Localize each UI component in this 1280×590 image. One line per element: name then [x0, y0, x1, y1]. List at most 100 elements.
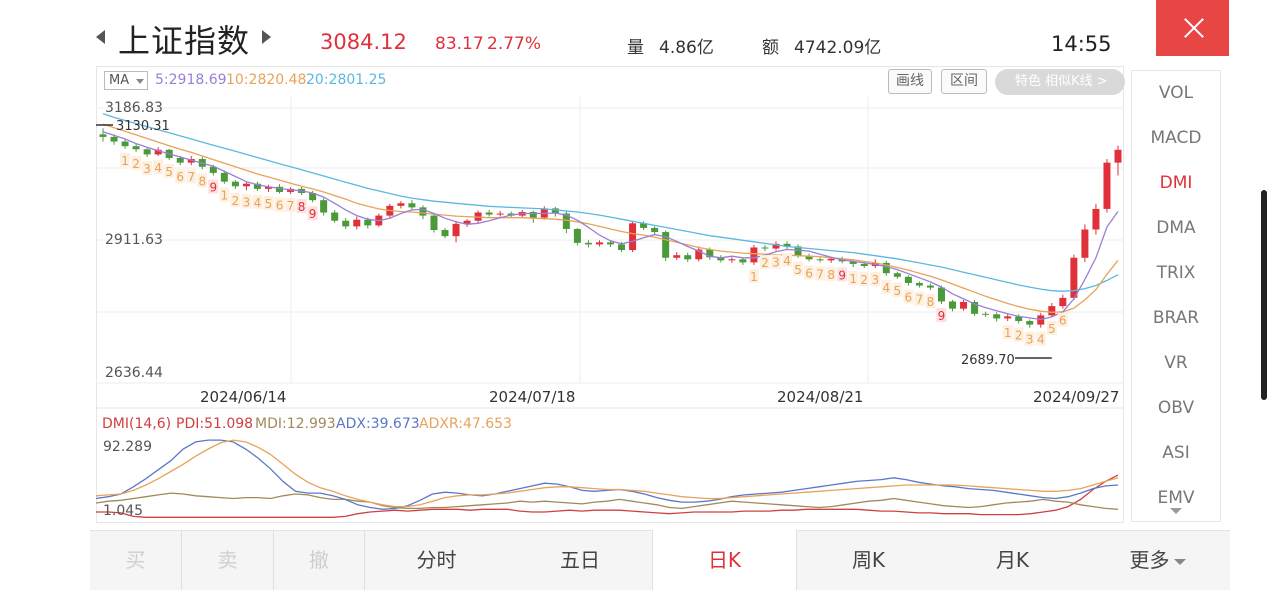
indicator-asi[interactable]: ASI [1132, 443, 1220, 463]
pdi-line [96, 474, 1119, 518]
chevron-down-icon [1173, 558, 1186, 565]
candle-body [1048, 306, 1056, 316]
candle-body [584, 242, 592, 245]
candle-body [937, 287, 945, 302]
buy-button[interactable]: 买 [90, 530, 181, 590]
candle-body [132, 146, 140, 150]
mdi-legend: MDI:12.993 [255, 416, 336, 432]
similar-kline-button[interactable]: 特色 相似K线 > [995, 69, 1125, 95]
ma10-legend: 10:2820.48 [226, 72, 307, 88]
mdi-line [95, 492, 1119, 510]
indicator-obv[interactable]: OBV [1132, 398, 1220, 418]
td-count-label: 8 [927, 295, 935, 309]
candle-body [993, 314, 1001, 319]
sell-button[interactable]: 卖 [182, 530, 273, 590]
candle-body [331, 212, 339, 221]
td-count-label: 8 [298, 200, 306, 214]
td-count-label: 7 [287, 199, 295, 213]
candle-body [408, 203, 416, 208]
ma20-legend: 20:2801.25 [306, 72, 387, 88]
scrollbar[interactable] [1261, 190, 1267, 400]
candle-body [121, 141, 129, 147]
x-tick-4: 2024/09/27 [1033, 388, 1120, 406]
td-count-label: 4 [1037, 333, 1045, 347]
candle-body [99, 134, 107, 137]
candle-body [651, 227, 659, 233]
candle-body [1081, 229, 1089, 258]
tab-daily-k[interactable]: 日K [653, 530, 796, 590]
x-tick-2: 2024/07/18 [489, 388, 576, 406]
td-count-label: 2 [1015, 329, 1023, 343]
candle-body [485, 212, 493, 215]
td-count-label: 6 [805, 266, 813, 280]
candle-body [452, 223, 460, 237]
candle-body [1114, 149, 1122, 163]
candle-body [949, 301, 957, 309]
candle-body [110, 136, 118, 142]
tab-more[interactable]: 更多 [1085, 530, 1230, 590]
candle-body [231, 181, 239, 187]
candle-body [860, 263, 868, 266]
draw-line-button[interactable]: 画线 [888, 69, 932, 94]
candle-body [915, 282, 923, 286]
candle-body [441, 230, 449, 237]
candle-body [1026, 321, 1034, 325]
tab-intraday[interactable]: 分时 [365, 530, 508, 590]
candle-body [893, 273, 901, 277]
td-count-label: 9 [210, 180, 218, 194]
indicator-vr[interactable]: VR [1132, 353, 1220, 373]
td-count-label: 6 [276, 198, 284, 212]
ma10-line [102, 123, 1119, 313]
td-count-label: 3 [1026, 333, 1034, 347]
tab-five-day[interactable]: 五日 [508, 530, 652, 590]
indicator-emv[interactable]: EMV [1132, 488, 1220, 508]
td-count-label: 1 [849, 272, 857, 286]
y-tick-mid: 2911.63 [105, 232, 163, 248]
x-tick-1: 2024/06/14 [200, 388, 287, 406]
chevron-down-icon [136, 79, 144, 84]
td-count-label: 5 [794, 263, 802, 277]
td-count-label: 4 [254, 196, 262, 210]
scroll-down-icon[interactable] [1170, 508, 1182, 514]
indicator-dma[interactable]: DMA [1132, 218, 1220, 238]
td-count-label: 5 [894, 284, 902, 298]
candle-body [629, 223, 637, 251]
tab-weekly-k[interactable]: 周K [797, 530, 940, 590]
range-button[interactable]: 区间 [941, 69, 987, 94]
indicator-vol[interactable]: VOL [1132, 83, 1220, 103]
ma-select-label: MA [109, 73, 130, 88]
adx-line [95, 439, 1119, 510]
td-count-label: 6 [176, 170, 184, 184]
candle-body [607, 242, 614, 245]
cancel-order-button[interactable]: 撤 [274, 530, 364, 590]
tab-monthly-k[interactable]: 月K [940, 530, 1085, 590]
candle-body [595, 242, 603, 245]
indicator-trix[interactable]: TRIX [1132, 263, 1220, 283]
indicator-panel[interactable]: VOL MACD DMI DMA TRIX BRAR VR OBV ASI EM… [1131, 70, 1221, 522]
y-tick-bottom: 2636.44 [105, 365, 163, 381]
ma-select[interactable]: MA [104, 71, 148, 90]
td-count-label: 3 [772, 256, 780, 270]
pdi-legend: PDI:51.098 [176, 416, 254, 432]
indicator-brar[interactable]: BRAR [1132, 308, 1220, 328]
high-label: 3130.31 [116, 119, 170, 134]
td-count-label: 5 [165, 165, 173, 179]
candle-body [827, 258, 835, 261]
td-count-label: 1 [221, 189, 229, 203]
td-count-label: 8 [198, 174, 206, 188]
ma5-legend: 5:2918.69 [155, 72, 227, 88]
td-count-label: 4 [783, 254, 791, 268]
td-count-label: 8 [827, 268, 835, 282]
td-count-label: 9 [938, 309, 946, 323]
ma5-line [102, 131, 1119, 321]
td-count-label: 5 [265, 197, 273, 211]
candle-body [960, 301, 968, 309]
indicator-macd[interactable]: MACD [1132, 128, 1220, 148]
candle-body [1004, 316, 1012, 319]
candle-body [1092, 208, 1100, 230]
td-count-label: 3 [143, 162, 151, 176]
td-count-label: 7 [816, 267, 824, 281]
candle-body [684, 255, 692, 260]
indicator-dmi[interactable]: DMI [1132, 173, 1220, 193]
candle-body [342, 220, 350, 227]
